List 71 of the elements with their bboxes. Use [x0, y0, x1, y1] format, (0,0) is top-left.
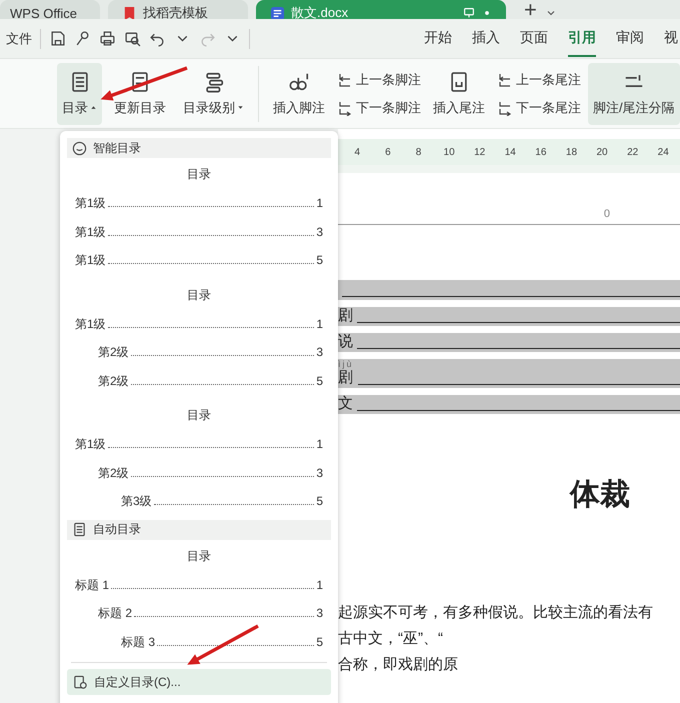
toc-style-option[interactable]: 目录 第1级 1 第2级 3 第2级 5 — [67, 278, 331, 399]
page-number: 0 — [604, 208, 610, 220]
monitor-icon — [462, 6, 476, 19]
section-header: 自动目录 — [67, 520, 331, 540]
toc-heading: 目录 — [186, 548, 212, 564]
toc-style-option[interactable]: 目录 标题 1 1 标题 2 3 标题 3 5 — [67, 540, 331, 660]
toc-entry: 第1级 1 — [67, 310, 331, 338]
list-page-icon — [72, 522, 87, 537]
toc-heading: 目录 — [186, 166, 212, 183]
ribbon-button[interactable]: 更新目录 — [109, 62, 171, 124]
ruler: 4 6 8 10 12 14 16 18 20 22 24 — [338, 139, 680, 173]
paragraph-line: 古中文，“巫”、“ — [338, 629, 444, 649]
toc-entry: 标题 1 1 — [67, 570, 331, 599]
ribbon-button[interactable]: 插入尾注 — [428, 62, 490, 124]
toc-entry: 第3级 5 — [67, 487, 331, 516]
ribbon-tab[interactable]: 开始 — [424, 20, 452, 56]
toc-entry: 标题 2 3 — [67, 599, 331, 628]
toc-line-text: 剧 — [338, 307, 353, 324]
ribbon-button[interactable]: 上一条脚注 — [337, 70, 421, 88]
document-tab[interactable]: 找稻壳模板 — [108, 0, 248, 19]
toc-entry: 第1级 5 — [67, 246, 331, 274]
section-header: 智能目录 — [67, 138, 331, 158]
document-heading: 体裁 — [570, 476, 631, 514]
toc-entry: 第2级 5 — [67, 366, 331, 395]
page-gear-icon — [73, 674, 88, 690]
save-icon[interactable] — [49, 30, 66, 47]
ribbon-tab[interactable]: 引用 — [568, 20, 596, 56]
document-tab[interactable]: WPS Office — [0, 0, 100, 19]
toc-entry: 标题 3 5 — [67, 628, 331, 656]
toc-entry: 第2级 3 — [67, 458, 331, 487]
previous-note-icon — [497, 72, 513, 88]
ribbon-button[interactable]: 目录 — [57, 62, 102, 124]
toc-entry: 第1级 3 — [67, 218, 331, 246]
next-note-icon — [497, 100, 513, 116]
file-menu[interactable]: 文件 — [6, 30, 32, 48]
toc-style-option[interactable]: 目录 第1级 1 第1级 3 第1级 5 — [67, 158, 331, 278]
ribbon-tab[interactable]: 审阅 — [616, 20, 644, 56]
ribbon-button[interactable]: 下一条尾注 — [497, 98, 581, 116]
toc-entry: 第1级 1 — [67, 189, 331, 218]
toc-heading: 目录 — [186, 286, 212, 304]
ribbon-button[interactable]: 目录级别 — [178, 62, 249, 124]
document-tab[interactable]: 散文.docx — [256, 0, 506, 19]
new-tab-button[interactable]: + — [524, 1, 537, 19]
toc-style-option[interactable]: 目录 第1级 1 第2级 3 第3级 5 — [67, 399, 331, 520]
circle-face-icon — [72, 140, 87, 156]
ribbon-button[interactable]: 上一条尾注 — [497, 70, 581, 88]
toc-line-text: 剧 — [338, 369, 354, 386]
ribbon-tab[interactable]: 页面 — [520, 20, 548, 56]
toc-line-text: 文 — [338, 395, 353, 412]
toc-line-text: 说 — [338, 333, 353, 350]
next-note-icon — [337, 100, 353, 116]
print-icon[interactable] — [99, 30, 116, 47]
ribbon-tab[interactable]: 插入 — [472, 20, 500, 56]
custom-toc-button[interactable]: 自定义目录(C)... — [67, 669, 331, 695]
pointer-arrow — [187, 624, 259, 665]
ribbon-button[interactable]: 下一条脚注 — [337, 98, 421, 116]
document-logo-icon — [270, 6, 285, 19]
toc-entry: 第1级 1 — [67, 430, 331, 458]
paragraph-line: 起源实不可考，有多种假说。比较主流的看法有 — [338, 603, 654, 623]
caret-up-icon — [90, 104, 97, 111]
previous-note-icon — [337, 72, 353, 88]
toc-entry: 第2级 3 — [67, 338, 331, 366]
dot-icon — [482, 8, 492, 18]
paragraph-line: 合称，即戏剧的原 — [338, 655, 459, 675]
ribbon-button[interactable]: 插入脚注 — [268, 62, 330, 124]
pinyin-text: ìjù — [338, 359, 354, 369]
caret-down-icon — [237, 104, 244, 111]
ribbon-tab[interactable]: 视 — [664, 20, 678, 56]
print-preview-icon[interactable] — [124, 30, 141, 47]
toc-heading: 目录 — [186, 407, 212, 424]
ribbon-button[interactable]: 脚注/尾注分隔 — [588, 62, 680, 124]
